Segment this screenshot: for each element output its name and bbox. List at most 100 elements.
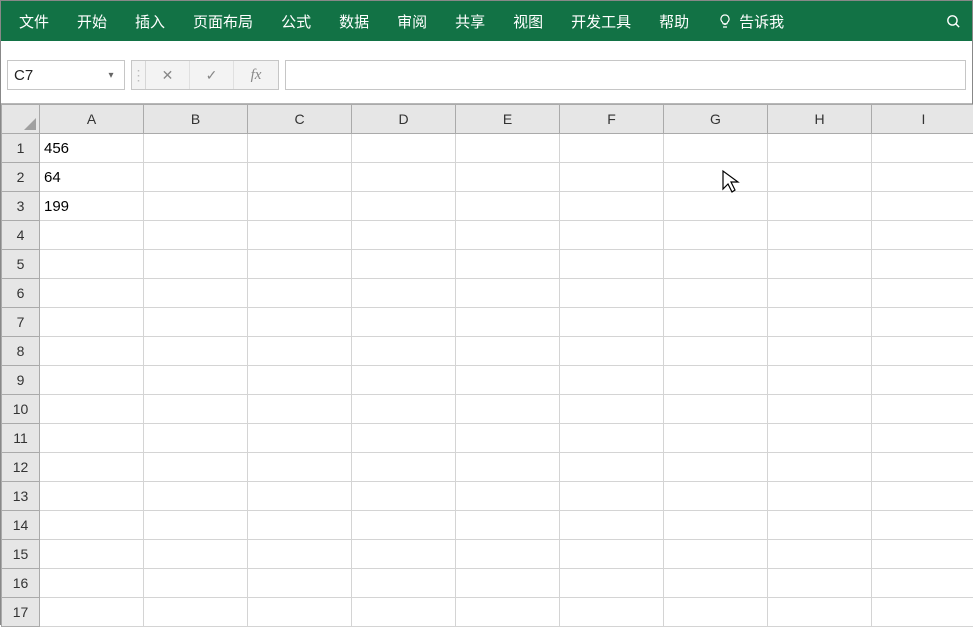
cell[interactable] [456, 540, 560, 569]
cell[interactable] [40, 424, 144, 453]
cell[interactable] [456, 569, 560, 598]
cell[interactable] [560, 308, 664, 337]
cell[interactable] [664, 366, 768, 395]
cell[interactable] [144, 163, 248, 192]
cell[interactable] [872, 308, 973, 337]
cell[interactable] [352, 337, 456, 366]
cell[interactable] [560, 221, 664, 250]
cell[interactable] [456, 134, 560, 163]
cell[interactable] [456, 395, 560, 424]
cell[interactable] [248, 134, 352, 163]
select-all-corner[interactable] [2, 105, 40, 134]
cell[interactable] [248, 366, 352, 395]
cell[interactable] [40, 482, 144, 511]
cell[interactable] [40, 569, 144, 598]
cell[interactable] [872, 569, 973, 598]
cell[interactable] [560, 366, 664, 395]
cell[interactable] [248, 221, 352, 250]
cell[interactable] [352, 511, 456, 540]
cell[interactable] [352, 424, 456, 453]
cell[interactable] [456, 250, 560, 279]
cell[interactable]: 64 [40, 163, 144, 192]
tab-share[interactable]: 共享 [441, 1, 499, 41]
cell[interactable] [352, 598, 456, 627]
cell[interactable] [144, 308, 248, 337]
col-header-I[interactable]: I [872, 105, 973, 134]
cell[interactable] [456, 279, 560, 308]
cell[interactable] [664, 511, 768, 540]
cell[interactable] [664, 134, 768, 163]
cell[interactable] [768, 453, 872, 482]
cell[interactable] [768, 308, 872, 337]
formula-input[interactable] [285, 60, 966, 90]
cell[interactable] [768, 337, 872, 366]
tab-file[interactable]: 文件 [5, 1, 63, 41]
cell[interactable] [248, 250, 352, 279]
cell[interactable] [768, 598, 872, 627]
row-header-8[interactable]: 8 [2, 337, 40, 366]
cell[interactable] [144, 279, 248, 308]
cell[interactable] [872, 221, 973, 250]
cell[interactable] [664, 163, 768, 192]
cell[interactable] [248, 163, 352, 192]
cell[interactable]: 199 [40, 192, 144, 221]
cell[interactable] [560, 424, 664, 453]
cell[interactable] [872, 163, 973, 192]
row-header-11[interactable]: 11 [2, 424, 40, 453]
row-header-2[interactable]: 2 [2, 163, 40, 192]
tab-data[interactable]: 数据 [325, 1, 383, 41]
cell[interactable] [456, 308, 560, 337]
cell[interactable] [352, 569, 456, 598]
cell[interactable] [40, 511, 144, 540]
col-header-B[interactable]: B [144, 105, 248, 134]
row-header-12[interactable]: 12 [2, 453, 40, 482]
cell[interactable] [456, 192, 560, 221]
name-box-dropdown[interactable]: ▾ [98, 70, 124, 81]
cell[interactable] [248, 453, 352, 482]
cell[interactable] [144, 134, 248, 163]
cell[interactable] [144, 192, 248, 221]
cell[interactable] [40, 250, 144, 279]
cell[interactable] [40, 337, 144, 366]
cell[interactable] [560, 482, 664, 511]
cell[interactable] [768, 395, 872, 424]
cell[interactable] [248, 337, 352, 366]
cell[interactable] [664, 598, 768, 627]
cell[interactable] [456, 221, 560, 250]
cell[interactable] [872, 511, 973, 540]
cell[interactable] [768, 250, 872, 279]
col-header-H[interactable]: H [768, 105, 872, 134]
col-header-A[interactable]: A [40, 105, 144, 134]
cell[interactable] [768, 482, 872, 511]
cell[interactable] [352, 279, 456, 308]
cell[interactable] [872, 424, 973, 453]
tab-insert[interactable]: 插入 [121, 1, 179, 41]
cell[interactable] [40, 279, 144, 308]
cell[interactable] [456, 424, 560, 453]
cell[interactable] [872, 337, 973, 366]
cell[interactable] [352, 163, 456, 192]
row-header-1[interactable]: 1 [2, 134, 40, 163]
cell[interactable] [144, 337, 248, 366]
cell[interactable] [248, 569, 352, 598]
cell[interactable] [40, 395, 144, 424]
cell[interactable] [872, 250, 973, 279]
cell[interactable] [872, 482, 973, 511]
cell[interactable] [560, 337, 664, 366]
cell[interactable] [664, 395, 768, 424]
cell[interactable] [456, 337, 560, 366]
tab-formulas[interactable]: 公式 [267, 1, 325, 41]
cell[interactable] [352, 366, 456, 395]
cell[interactable] [768, 424, 872, 453]
cell[interactable] [248, 279, 352, 308]
cell[interactable] [144, 221, 248, 250]
row-header-6[interactable]: 6 [2, 279, 40, 308]
name-box[interactable] [8, 65, 98, 86]
cell[interactable] [664, 540, 768, 569]
cell[interactable] [768, 192, 872, 221]
cell[interactable] [560, 134, 664, 163]
cell[interactable] [248, 540, 352, 569]
cell[interactable] [560, 279, 664, 308]
cell[interactable] [560, 395, 664, 424]
cell[interactable] [144, 395, 248, 424]
